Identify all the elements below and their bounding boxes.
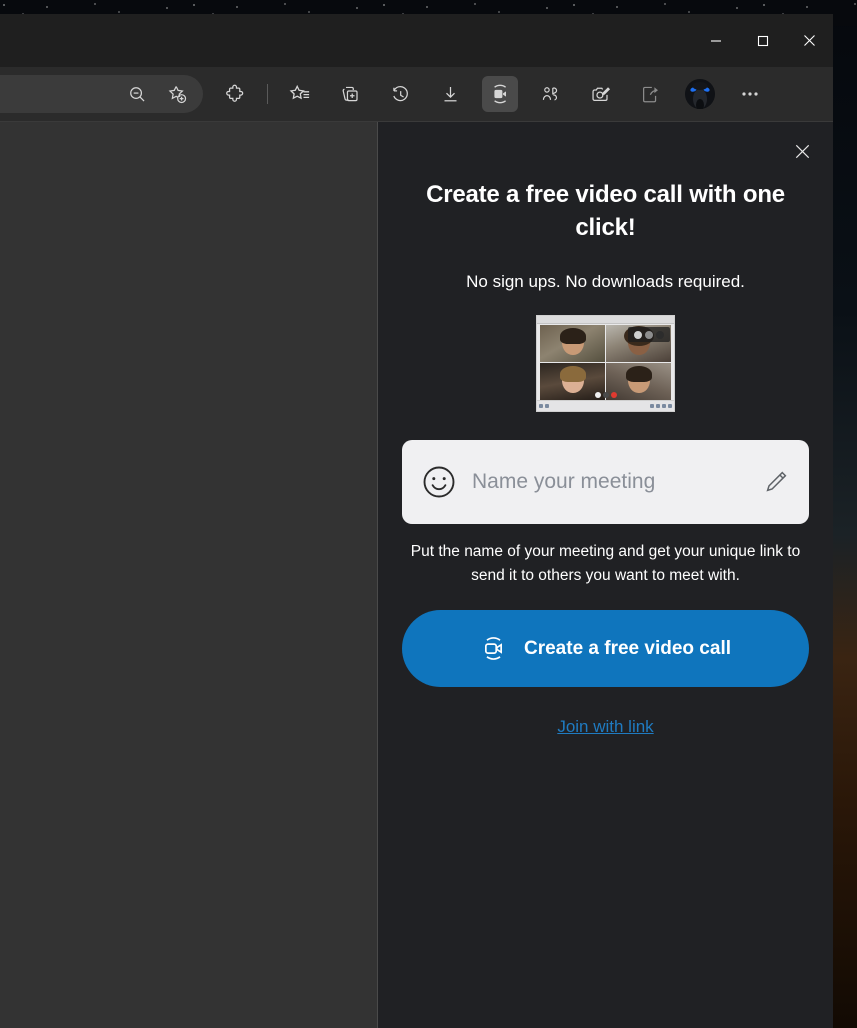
thumbnail-titlebar	[537, 316, 674, 324]
web-page-content	[0, 122, 377, 1028]
smiley-icon[interactable]	[422, 465, 456, 499]
share-icon[interactable]	[632, 76, 668, 112]
add-favorite-icon[interactable]	[159, 76, 195, 112]
extensions-icon[interactable]	[217, 76, 253, 112]
thumbnail-taskbar	[537, 400, 674, 411]
video-preview-thumbnail-wrap	[402, 315, 809, 412]
minimize-button[interactable]	[692, 14, 739, 67]
close-window-button[interactable]	[786, 14, 833, 67]
screenshot-icon[interactable]	[582, 76, 618, 112]
title-bar	[0, 14, 833, 67]
meeting-name-field[interactable]	[402, 440, 809, 524]
address-bar[interactable]	[0, 75, 203, 113]
video-call-icon[interactable]	[482, 76, 518, 112]
collections-icon[interactable]	[332, 76, 368, 112]
panel-title: Create a free video call with one click!	[426, 181, 785, 241]
join-with-link[interactable]: Join with link	[557, 717, 653, 737]
thumbnail-call-controls	[594, 392, 617, 398]
toolbar-buttons	[210, 67, 775, 121]
avatar[interactable]	[685, 79, 715, 109]
panel-close-icon[interactable]	[785, 134, 819, 168]
split-screen-icon[interactable]	[532, 76, 568, 112]
thumbnail-pip-controls	[628, 327, 670, 342]
history-icon[interactable]	[382, 76, 418, 112]
zoom-out-icon[interactable]	[119, 76, 155, 112]
panel-content: Create a free video call with one click!…	[378, 122, 833, 737]
meeting-help-text: Put the name of your meeting and get you…	[410, 543, 801, 584]
window-controls	[692, 14, 833, 67]
panel-subtitle: No sign ups. No downloads required.	[466, 272, 745, 291]
meeting-name-input[interactable]	[470, 469, 749, 495]
browser-window: Create a free video call with one click!…	[0, 14, 833, 1028]
video-preview-thumbnail	[536, 315, 675, 412]
content-area: Create a free video call with one click!…	[0, 122, 833, 1028]
cta-video-icon	[480, 635, 507, 662]
create-video-call-button[interactable]: Create a free video call	[402, 610, 809, 687]
participant-tile	[540, 325, 605, 362]
toolbar-divider	[267, 84, 268, 104]
more-options-icon[interactable]	[732, 76, 768, 112]
video-call-side-panel: Create a free video call with one click!…	[377, 122, 833, 1028]
downloads-icon[interactable]	[432, 76, 468, 112]
edit-pencil-icon[interactable]	[763, 469, 789, 495]
cta-label: Create a free video call	[524, 637, 731, 659]
maximize-button[interactable]	[739, 14, 786, 67]
browser-toolbar	[0, 67, 833, 122]
favorites-icon[interactable]	[282, 76, 318, 112]
